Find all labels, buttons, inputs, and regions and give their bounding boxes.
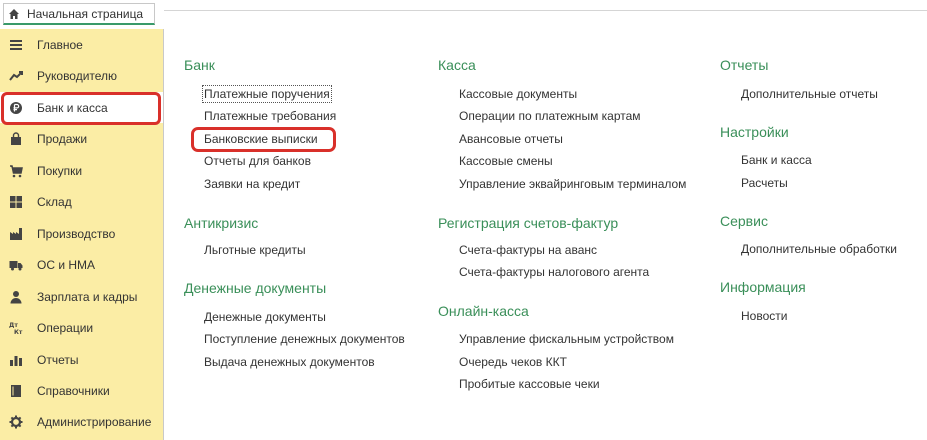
factory-icon	[10, 227, 22, 240]
section-title-settings: Настройки	[720, 124, 789, 140]
link-kkt-receipt-queue[interactable]: Очередь чеков ККТ	[459, 355, 567, 369]
link-additional-processing[interactable]: Дополнительные обработки	[741, 242, 897, 256]
operations-icon: ДтКт	[9, 322, 23, 335]
truck-icon	[9, 260, 23, 270]
link-tax-agent-invoices[interactable]: Счета-фактуры налогового агента	[459, 265, 649, 279]
bar-chart-icon	[10, 355, 22, 366]
sidebar-item-label: Производство	[37, 226, 116, 241]
link-issue-monetary-documents[interactable]: Выдача денежных документов	[204, 355, 375, 369]
sidebar: Главное Руководителю Банк и касса Продаж…	[0, 29, 164, 440]
link-advance-invoices[interactable]: Счета-фактуры на аванс	[459, 243, 597, 257]
shopping-cart-icon	[10, 164, 23, 177]
shopping-bag-icon	[11, 131, 21, 145]
sidebar-item-label: Администрирование	[37, 414, 152, 429]
top-strip	[164, 0, 927, 11]
sidebar-item-operations[interactable]: Дт Кт Операции	[0, 312, 163, 343]
person-icon	[10, 290, 22, 303]
book-icon	[11, 384, 21, 397]
link-settlements[interactable]: Расчеты	[741, 176, 788, 190]
tab-home-page[interactable]: Начальная страница	[3, 3, 155, 25]
sidebar-item-label: Главное	[37, 37, 83, 52]
sidebar-item-production[interactable]: Производство	[0, 218, 163, 249]
link-fiscal-device-management[interactable]: Управление фискальным устройством	[459, 332, 674, 346]
sidebar-item-warehouse[interactable]: Склад	[0, 186, 163, 217]
link-preferential-loans[interactable]: Льготные кредиты	[204, 243, 306, 257]
link-additional-reports[interactable]: Дополнительные отчеты	[741, 87, 878, 101]
section-title-cash: Касса	[438, 57, 476, 73]
link-acquiring-terminal[interactable]: Управление эквайринговым терминалом	[459, 177, 686, 191]
link-news[interactable]: Новости	[741, 309, 787, 323]
svg-text:Кт: Кт	[14, 329, 23, 335]
sidebar-item-label: Операции	[37, 320, 94, 335]
section-title-reports: Отчеты	[720, 57, 769, 73]
highlight-frame-sidebar	[1, 92, 161, 125]
sidebar-item-manager[interactable]: Руководителю	[0, 60, 163, 91]
section-title-anticrisis: Антикризис	[184, 215, 259, 231]
warehouse-grid-icon	[10, 195, 22, 208]
section-title-information: Информация	[720, 279, 806, 295]
section-title-invoice-registration: Регистрация счетов-фактур	[438, 215, 619, 231]
link-receipt-monetary-documents[interactable]: Поступление денежных документов	[204, 332, 405, 346]
section-title-monetary-documents: Денежные документы	[184, 280, 327, 296]
menu-lines-icon	[10, 39, 22, 50]
tab-label: Начальная страница	[27, 6, 144, 21]
sidebar-item-sales[interactable]: Продажи	[0, 123, 163, 154]
sidebar-item-fixed-assets[interactable]: ОС и НМА	[0, 249, 163, 280]
sidebar-item-label: Руководителю	[37, 68, 118, 83]
home-icon	[9, 8, 19, 19]
link-reports-for-banks[interactable]: Отчеты для банков	[204, 154, 311, 168]
link-monetary-documents[interactable]: Денежные документы	[204, 310, 326, 324]
link-cash-documents[interactable]: Кассовые документы	[459, 87, 577, 101]
trend-up-icon	[9, 70, 23, 81]
link-advance-reports[interactable]: Авансовые отчеты	[459, 132, 563, 146]
gear-icon	[9, 415, 23, 428]
sidebar-item-purchases[interactable]: Покупки	[0, 155, 163, 186]
sidebar-item-label: ОС и НМА	[37, 257, 96, 272]
link-punched-receipts[interactable]: Пробитые кассовые чеки	[459, 377, 600, 391]
sidebar-item-salary-and-staff[interactable]: Зарплата и кадры	[0, 281, 163, 312]
link-settings-bank-and-cash[interactable]: Банк и касса	[741, 153, 812, 167]
link-credit-applications[interactable]: Заявки на кредит	[204, 177, 300, 191]
link-payment-card-operations[interactable]: Операции по платежным картам	[459, 109, 641, 123]
tab-bar: Начальная страница	[0, 0, 163, 30]
section-title-online-cash: Онлайн-касса	[438, 303, 529, 319]
link-payment-orders[interactable]: Платежные поручения	[202, 85, 332, 103]
sidebar-item-label: Склад	[37, 194, 72, 209]
highlight-frame-bank-statements	[191, 127, 336, 152]
sidebar-item-label: Продажи	[37, 131, 88, 146]
section-title-service: Сервис	[720, 213, 768, 229]
sidebar-item-label: Зарплата и кадры	[37, 289, 138, 304]
sidebar-item-main[interactable]: Главное	[0, 29, 163, 60]
sidebar-item-reports[interactable]: Отчеты	[0, 344, 163, 375]
section-title-bank: Банк	[184, 57, 215, 73]
sidebar-item-label: Справочники	[37, 383, 110, 398]
sidebar-item-label: Отчеты	[37, 352, 79, 367]
sidebar-item-directories[interactable]: Справочники	[0, 375, 163, 406]
svg-text:Дт: Дт	[9, 322, 18, 329]
sidebar-item-administration[interactable]: Администрирование	[0, 406, 163, 437]
sidebar-item-label: Покупки	[37, 163, 83, 178]
link-payment-requests[interactable]: Платежные требования	[204, 109, 336, 123]
link-cash-shifts[interactable]: Кассовые смены	[459, 154, 553, 168]
